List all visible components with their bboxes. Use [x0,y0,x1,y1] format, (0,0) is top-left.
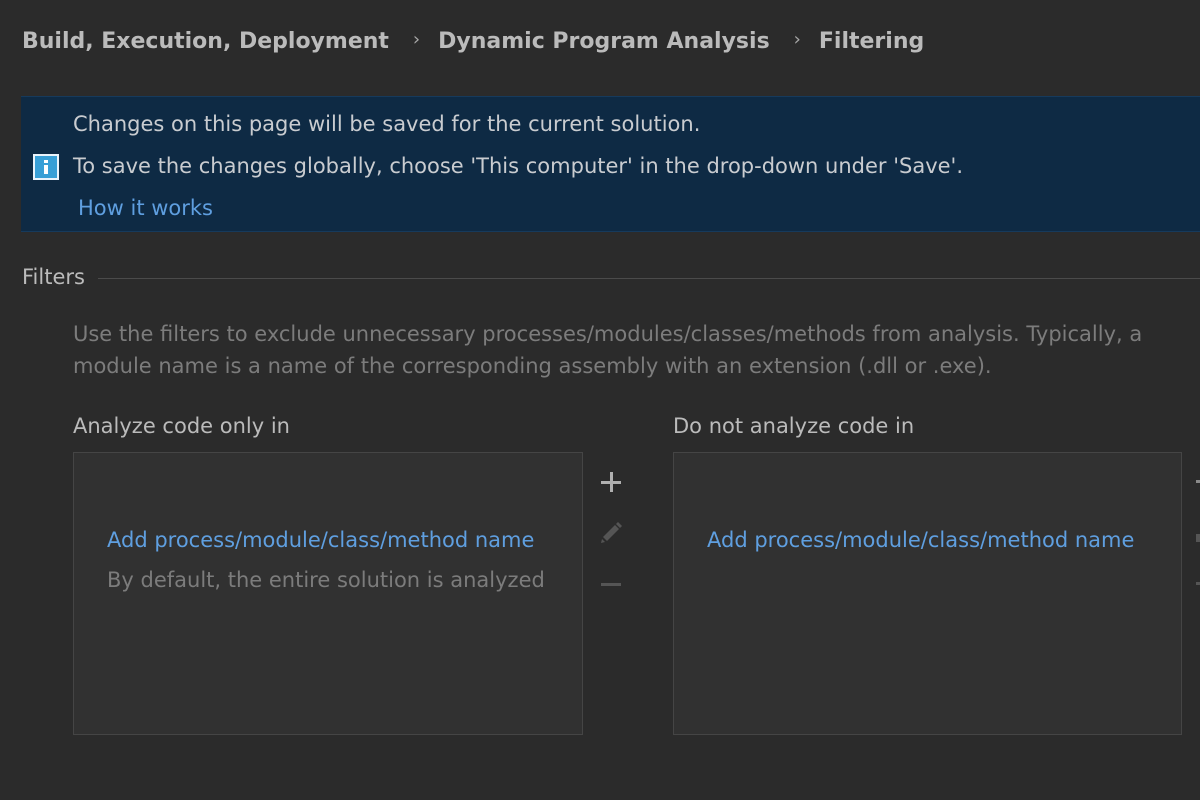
edge-pencil-icon[interactable] [1196,534,1200,542]
analyze-only-label: Analyze code only in [73,414,290,438]
breadcrumb: Build, Execution, Deployment › Dynamic P… [22,26,924,56]
pencil-icon[interactable] [597,519,625,547]
info-banner: Changes on this page will be saved for t… [21,96,1200,232]
analyze-only-add-link[interactable]: Add process/module/class/method name [107,528,534,552]
info-banner-line-solution: Changes on this page will be saved for t… [73,112,701,136]
breadcrumb-item-filtering: Filtering [818,28,925,54]
analyze-only-list[interactable]: Add process/module/class/method name By … [73,452,583,735]
analyze-only-hint: By default, the entire solution is analy… [107,568,545,592]
info-banner-line-global: To save the changes globally, choose 'Th… [73,154,963,178]
filters-section-title: Filters [22,265,85,289]
breadcrumb-separator: › [793,28,801,50]
edge-minus-icon[interactable] [1196,582,1200,585]
do-not-analyze-list[interactable]: Add process/module/class/method name [673,452,1182,735]
how-it-works-link[interactable]: How it works [78,196,213,220]
edge-plus-icon[interactable] [1196,480,1200,483]
info-icon [33,154,59,180]
breadcrumb-separator: › [412,28,421,50]
do-not-analyze-label: Do not analyze code in [673,414,915,438]
breadcrumb-item-build-execution-deployment[interactable]: Build, Execution, Deployment [22,29,389,54]
breadcrumb-item-dynamic-program-analysis[interactable]: Dynamic Program Analysis [438,29,770,54]
section-divider [98,278,1200,279]
do-not-analyze-add-link[interactable]: Add process/module/class/method name [707,528,1134,552]
plus-icon[interactable] [597,468,625,496]
minus-icon[interactable] [597,570,625,598]
filters-description: Use the filters to exclude unnecessary p… [73,322,1143,378]
